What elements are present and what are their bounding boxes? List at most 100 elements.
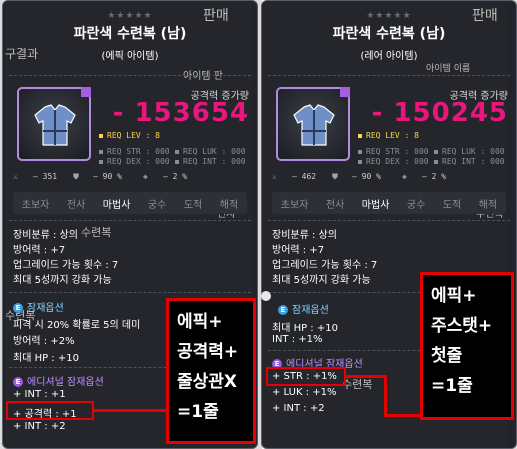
item-icon-frame [276,87,350,161]
stat-value-c: – 2 % [422,172,447,181]
stat-value-b: – 90 % [352,172,381,181]
bullet-icon [358,149,362,154]
item-info-line: 장비분류 : 상의 [13,230,78,241]
divider [9,292,251,293]
annotation-line: 첫줄 [431,346,463,366]
req-int-text: REQ INT : 000 [183,157,246,166]
job-warrior: 전사 [325,199,345,211]
stat-icon: ⛊ [73,172,79,181]
annotation-line: 에픽+ [177,312,223,332]
potential-header: E 잠재옵션 [278,301,329,316]
potential-line: 방어력 : +2% [13,336,75,347]
req-luk-text: REQ LUK : 000 [183,147,246,156]
annotation-note-left: 에픽+ 공격력+ 줄상관X =1줄 [166,298,256,444]
job-magician: 마법사 [102,199,131,211]
bullet-icon [175,159,179,164]
stat-value-b: – 90 % [93,172,122,181]
potential-line: INT : +1% [272,334,323,345]
grade-flag-icon [81,87,91,97]
req-dex-text: REQ DEX : 000 [107,157,170,166]
job-beginner: 초보자 [21,199,50,211]
req-int: REQ INT : 000 [434,157,505,166]
job-warrior: 전사 [66,199,86,211]
req-str: REQ STR : 000 [99,147,170,156]
additional-line: + INT : +2 [272,403,325,414]
annotation-connector-right-v [384,375,387,417]
additional-potential-header: E 에디셔널 잠재옵션 [13,373,104,388]
stat-summary-row: ⚔ – 462 ⛊ – 90 % ◈ – 2 % [272,172,506,184]
job-thief: 도적 [442,199,462,211]
item-grade: (레어 아이템) [360,51,418,62]
attack-increase-value: - 150245 [371,98,508,128]
highlight-box-right [266,367,346,386]
job-magician: 마법사 [361,199,390,211]
stat-value-a: – 462 [292,172,317,181]
cursor-icon [261,291,271,301]
req-luk-text: REQ LUK : 000 [442,147,505,156]
additional-badge-icon: E [13,377,23,387]
additional-header-label: 에디셔널 잠재옵션 [27,377,104,388]
bullet-icon [358,133,362,138]
item-info-line: 최대 5성까지 강화 가능 [13,275,112,286]
shirt-icon [34,104,76,146]
annotation-line: =1줄 [431,376,473,396]
item-icon-frame [17,87,91,161]
bullet-icon [175,149,179,154]
star-rating: ★★★★★ [107,11,153,21]
req-dex-text: REQ DEX : 000 [366,157,429,166]
req-dex: REQ DEX : 000 [358,157,429,166]
req-level-text: REQ LEV : 8 [366,131,419,140]
attack-increase-value: - 153654 [112,98,249,128]
shirt-icon [293,104,335,146]
bg-snippet: 아이템 이름 [426,64,471,74]
req-luk: REQ LUK : 000 [434,147,505,156]
potential-line: 피격 시 20% 확률로 5의 데미 [13,320,141,331]
item-info-line: 업그레이드 가능 횟수 : 7 [272,260,378,271]
bg-snippet: 수련복 [342,378,373,391]
job-beginner: 초보자 [280,199,309,211]
star-rating: ★★★★★ [366,11,412,21]
req-str-text: REQ STR : 000 [107,147,170,156]
req-level: REQ LEV : 8 [99,131,160,140]
job-archer: 궁수 [147,199,167,211]
annotation-line: 주스탯+ [431,316,493,336]
item-grade: (에픽 아이템) [101,51,159,62]
divider [9,75,251,76]
bullet-icon [434,149,438,154]
req-int: REQ INT : 000 [175,157,246,166]
annotation-line: 줄상관X [177,372,238,392]
stat-value-c: – 2 % [163,172,188,181]
potential-header-label: 잠재옵션 [27,303,64,314]
job-pirate: 해적 [478,199,498,211]
annotation-connector-left [94,409,166,412]
req-luk: REQ LUK : 000 [175,147,246,156]
annotation-connector-right-h1 [346,375,386,378]
job-thief: 도적 [183,199,203,211]
stat-icon: ⚔ [272,172,277,181]
item-info-line: 방어력 : +7 [272,245,325,256]
grade-flag-icon [340,87,350,97]
additional-line: + INT : +2 [13,421,66,432]
req-int-text: REQ INT : 000 [442,157,505,166]
req-level: REQ LEV : 8 [358,131,419,140]
job-class-bar: 초보자 전사 마법사 궁수 도적 해적 [272,192,506,214]
annotation-connector-right-h2 [384,414,420,417]
annotation-line: 에픽+ [431,286,477,306]
stat-icon: ◈ [402,172,407,181]
job-archer: 궁수 [406,199,426,211]
job-pirate: 해적 [219,199,239,211]
req-level-text: REQ LEV : 8 [107,131,160,140]
potential-header-label: 잠재옵션 [292,305,329,316]
item-info-line: 업그레이드 가능 횟수 : 7 [13,260,119,271]
stat-icon: ⛊ [332,172,338,181]
potential-line: 최대 HP : +10 [272,323,338,334]
job-class-bar: 초보자 전사 마법사 궁수 도적 해적 [13,192,247,214]
annotation-line: 공격력+ [177,342,239,362]
item-title: 파란색 수련복 (남) [73,26,187,42]
additional-line: + INT : +1 [13,389,66,400]
bullet-icon [99,159,103,164]
item-info-line: 장비분류 : 상의 [272,230,337,241]
stat-icon: ⚔ [13,172,18,181]
stat-icon: ◈ [143,172,148,181]
item-info-line: 방어력 : +7 [13,245,66,256]
